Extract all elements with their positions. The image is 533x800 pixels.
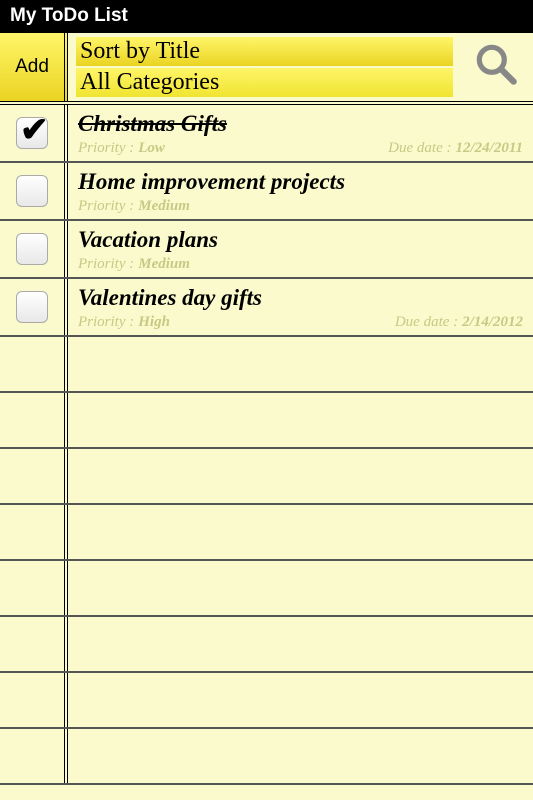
task-content: Christmas Gifts Priority : Low Due date … bbox=[68, 105, 533, 161]
due-value: 12/24/2011 bbox=[455, 140, 523, 156]
task-meta: Priority : Low Due date : 12/24/2011 bbox=[78, 139, 523, 157]
task-title: Vacation plans bbox=[78, 227, 523, 253]
task-title: Home improvement projects bbox=[78, 169, 523, 195]
task-checkbox[interactable] bbox=[16, 233, 48, 265]
task-content: Home improvement projects Priority : Med… bbox=[68, 163, 533, 219]
priority-label: Priority : bbox=[78, 256, 134, 272]
add-button-label: Add bbox=[15, 56, 49, 78]
filter-label: All Categories bbox=[80, 69, 219, 95]
task-row[interactable]: Home improvement projects Priority : Med… bbox=[0, 163, 533, 221]
task-list: Christmas Gifts Priority : Low Due date … bbox=[0, 105, 533, 785]
empty-row bbox=[0, 617, 533, 673]
priority-value: Low bbox=[138, 140, 165, 156]
task-checkbox[interactable] bbox=[16, 175, 48, 207]
checkbox-cell bbox=[0, 221, 68, 277]
due-label: Due date : bbox=[388, 140, 451, 156]
priority-label: Priority : bbox=[78, 198, 134, 214]
priority-label: Priority : bbox=[78, 140, 134, 156]
app-title: My ToDo List bbox=[10, 5, 128, 26]
priority: Priority : Medium bbox=[78, 197, 190, 215]
due-value: 2/14/2012 bbox=[462, 314, 523, 330]
task-meta: Priority : High Due date : 2/14/2012 bbox=[78, 313, 523, 331]
sort-label: Sort by Title bbox=[80, 38, 200, 64]
empty-row bbox=[0, 449, 533, 505]
task-row[interactable]: Vacation plans Priority : Medium bbox=[0, 221, 533, 279]
sort-filter-area: Sort by Title All Categories bbox=[68, 33, 461, 101]
checkbox-cell bbox=[0, 279, 68, 335]
task-row[interactable]: Christmas Gifts Priority : Low Due date … bbox=[0, 105, 533, 163]
priority: Priority : Medium bbox=[78, 255, 190, 273]
sort-dropdown[interactable]: Sort by Title bbox=[76, 37, 453, 66]
empty-row bbox=[0, 337, 533, 393]
empty-row bbox=[0, 561, 533, 617]
due-date: Due date : 12/24/2011 bbox=[388, 139, 523, 157]
task-title: Valentines day gifts bbox=[78, 285, 523, 311]
priority-value: Medium bbox=[138, 198, 190, 214]
empty-row bbox=[0, 505, 533, 561]
add-button[interactable]: Add bbox=[0, 33, 68, 101]
app-title-bar: My ToDo List bbox=[0, 0, 533, 30]
due-label: Due date : bbox=[395, 314, 458, 330]
priority: Priority : High bbox=[78, 313, 170, 331]
filter-dropdown[interactable]: All Categories bbox=[76, 68, 453, 97]
task-checkbox[interactable] bbox=[16, 291, 48, 323]
task-meta: Priority : Medium bbox=[78, 197, 523, 215]
search-button[interactable] bbox=[461, 33, 533, 101]
empty-row bbox=[0, 673, 533, 729]
toolbar: Add Sort by Title All Categories bbox=[0, 30, 533, 105]
task-content: Vacation plans Priority : Medium bbox=[68, 221, 533, 277]
priority-label: Priority : bbox=[78, 314, 134, 330]
task-content: Valentines day gifts Priority : High Due… bbox=[68, 279, 533, 335]
empty-row bbox=[0, 393, 533, 449]
priority-value: High bbox=[138, 314, 170, 330]
checkbox-cell bbox=[0, 105, 68, 161]
priority-value: Medium bbox=[138, 256, 190, 272]
checkbox-cell bbox=[0, 163, 68, 219]
task-title: Christmas Gifts bbox=[78, 111, 523, 137]
due-date: Due date : 2/14/2012 bbox=[395, 313, 523, 331]
task-row[interactable]: Valentines day gifts Priority : High Due… bbox=[0, 279, 533, 337]
empty-row bbox=[0, 729, 533, 785]
task-checkbox[interactable] bbox=[16, 117, 48, 149]
priority: Priority : Low bbox=[78, 139, 165, 157]
magnifier-icon bbox=[471, 39, 523, 96]
task-meta: Priority : Medium bbox=[78, 255, 523, 273]
